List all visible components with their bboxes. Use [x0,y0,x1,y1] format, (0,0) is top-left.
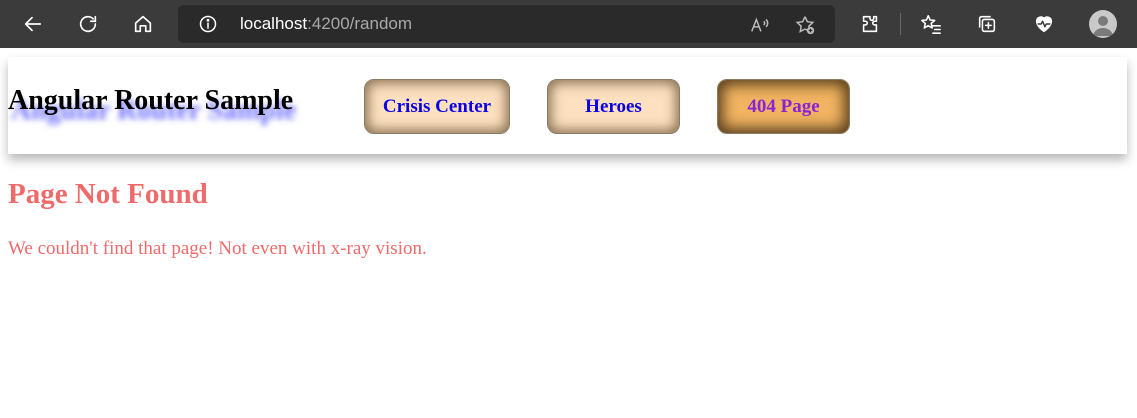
app-header: Angular Router Sample Crisis Center Hero… [8,57,1127,154]
page-heading: Page Not Found [8,178,208,210]
refresh-icon[interactable] [74,10,102,38]
nav-crisis-center-button[interactable]: Crisis Center [364,79,510,134]
nav-heroes-button[interactable]: Heroes [547,79,680,134]
back-arrow-icon[interactable] [19,10,47,38]
extensions-icon[interactable] [856,10,884,38]
read-aloud-icon[interactable] [748,13,772,37]
address-bar[interactable]: localhost:4200/random [178,5,835,43]
home-icon[interactable] [129,10,157,38]
profile-avatar-icon[interactable] [1089,10,1117,38]
favorites-icon[interactable] [917,10,945,38]
browser-essentials-icon[interactable] [1030,10,1058,38]
url-path: :4200/random [307,14,413,33]
collections-icon[interactable] [973,10,1001,38]
nav-404-page-button[interactable]: 404 Page [717,79,850,134]
toolbar-divider [900,13,901,35]
site-info-icon[interactable] [198,14,218,34]
add-favorite-icon[interactable] [793,13,817,37]
url-host: localhost [240,14,308,33]
browser-toolbar: localhost:4200/random [0,0,1137,48]
app-title: Angular Router Sample [8,85,294,116]
url-text[interactable]: localhost:4200/random [240,14,412,34]
page-message: We couldn't find that page! Not even wit… [8,238,427,259]
